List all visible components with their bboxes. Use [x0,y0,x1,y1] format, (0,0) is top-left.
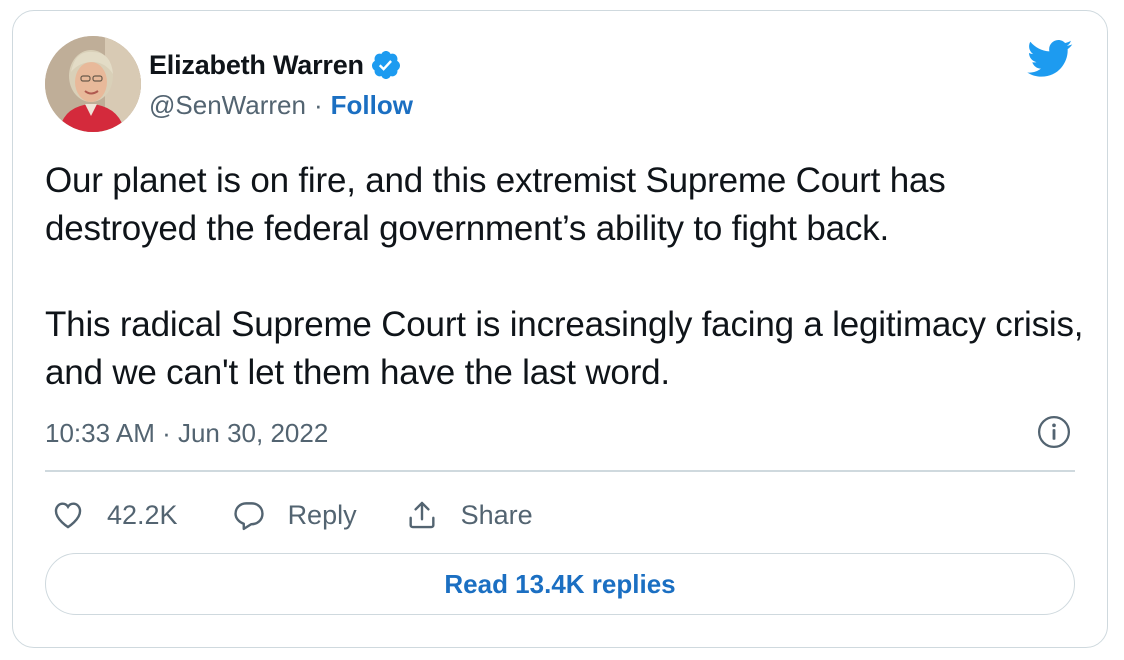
reply-button[interactable]: Reply [232,498,357,532]
action-bar: 42.2K Reply Share [51,493,533,537]
like-button[interactable]: 42.2K [51,498,178,532]
author-handle-row: @SenWarren · Follow [149,87,413,123]
share-icon [409,501,435,529]
tweet-paragraph: Our planet is on fire, and this extremis… [45,161,946,248]
author-name-row: Elizabeth Warren [149,45,402,85]
tweet-paragraph: This radical Supreme Court is increasing… [45,305,1084,392]
separator-dot: · [313,89,323,120]
read-replies-button[interactable]: Read 13.4K replies [45,553,1075,615]
avatar[interactable] [45,36,141,132]
tweet-text: Our planet is on fire, and this extremis… [45,157,1085,397]
share-label: Share [460,499,533,530]
author-handle[interactable]: @SenWarren [149,90,306,121]
reply-bubble-icon [233,502,264,531]
like-count: 42.2K [107,499,178,530]
avatar-image [45,36,141,132]
verified-badge-icon [371,51,400,79]
twitter-bird-icon[interactable] [1027,39,1073,79]
info-icon[interactable] [1037,415,1071,449]
author-name[interactable]: Elizabeth Warren [149,50,364,81]
reply-label: Reply [287,499,357,530]
share-button[interactable]: Share [405,498,533,532]
follow-button[interactable]: Follow [331,90,413,121]
heart-icon [54,502,82,529]
tweet-card: Elizabeth Warren @SenWarren · Follow Our… [12,10,1108,648]
divider [45,470,1075,472]
tweet-timestamp[interactable]: 10:33 AM · Jun 30, 2022 [45,413,328,453]
